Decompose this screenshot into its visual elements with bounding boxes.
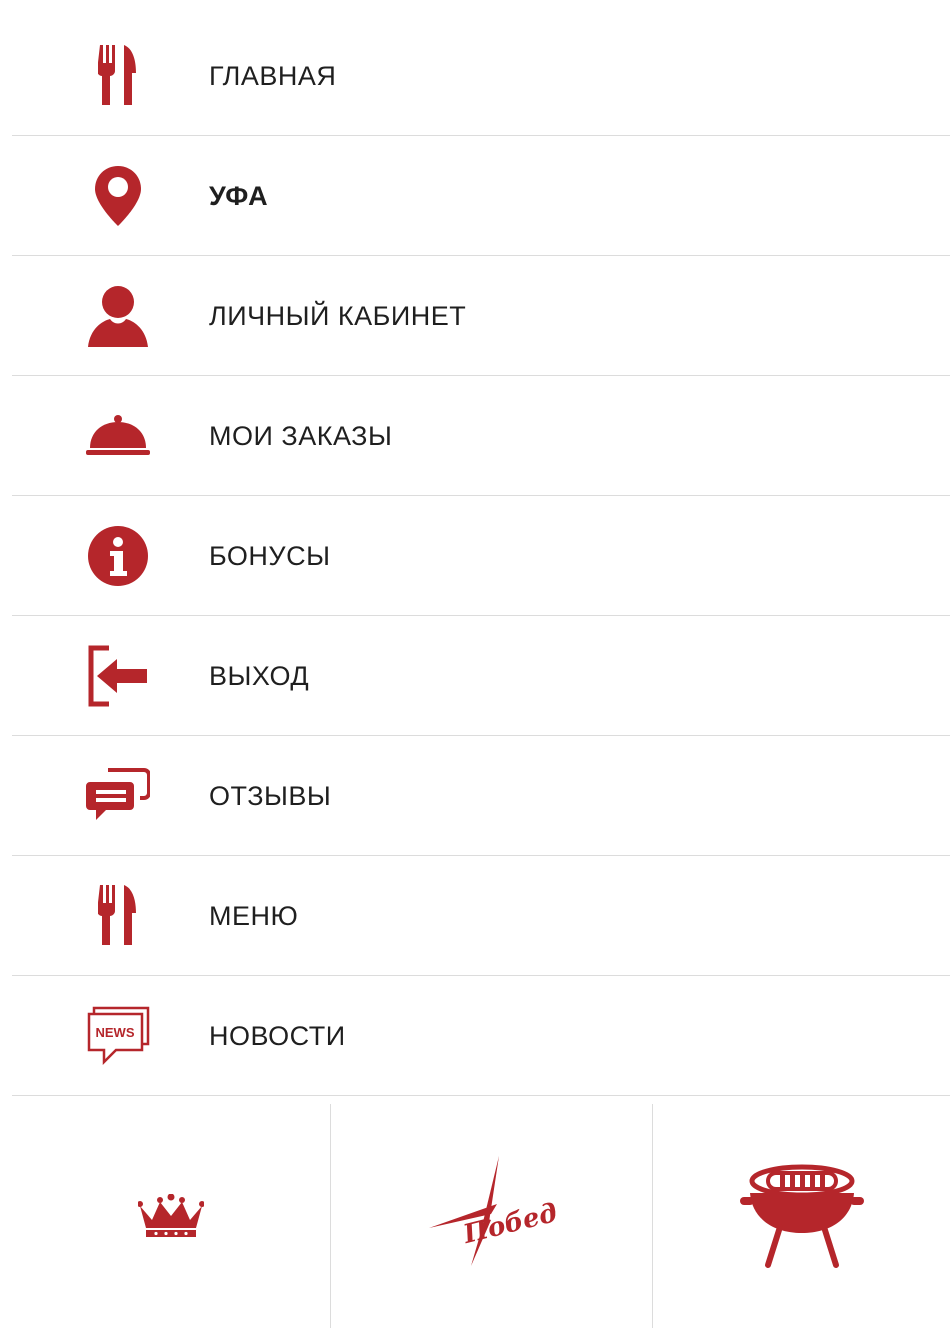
side-menu: ГЛАВНАЯ УФА ЛИЧНЫЙ КАБИНЕТ МОИ ЗАКАЗЫ БО…	[0, 16, 950, 1096]
brand-footer: Победа	[12, 1104, 950, 1328]
menu-item-reviews[interactable]: ОТЗЫВЫ	[12, 736, 950, 856]
fork-knife-icon	[86, 44, 150, 108]
chat-bubbles-icon	[86, 764, 150, 828]
menu-item-logout[interactable]: ВЫХОД	[12, 616, 950, 736]
menu-item-label: НОВОСТИ	[209, 1021, 346, 1051]
menu-item-main[interactable]: ГЛАВНАЯ	[12, 16, 950, 136]
menu-item-news[interactable]: NEWS НОВОСТИ	[12, 976, 950, 1096]
menu-item-label: ВЫХОД	[209, 661, 310, 691]
menu-item-label: БОНУСЫ	[209, 541, 331, 571]
grill-logo	[739, 1164, 864, 1268]
location-pin-icon	[86, 164, 150, 228]
pobeda-logo: Победа	[428, 1156, 557, 1266]
logout-icon	[86, 644, 150, 708]
menu-item-bonuses[interactable]: БОНУСЫ	[12, 496, 950, 616]
menu-item-city[interactable]: УФА	[12, 136, 950, 256]
brand-grill[interactable]	[653, 1104, 950, 1328]
crown-logo	[138, 1194, 204, 1237]
menu-item-orders[interactable]: МОИ ЗАКАЗЫ	[12, 376, 950, 496]
menu-item-label: ЛИЧНЫЙ КАБИНЕТ	[209, 301, 467, 331]
brand-crown[interactable]	[12, 1104, 331, 1328]
news-icon: NEWS	[86, 1004, 150, 1068]
menu-item-account[interactable]: ЛИЧНЫЙ КАБИНЕТ	[12, 256, 950, 376]
pobeda-logo-text: Победа	[459, 1194, 556, 1250]
menu-item-label: ОТЗЫВЫ	[209, 781, 332, 811]
brand-pobeda[interactable]: Победа	[331, 1104, 653, 1328]
menu-item-label: ГЛАВНАЯ	[209, 61, 337, 91]
menu-item-menu[interactable]: МЕНЮ	[12, 856, 950, 976]
info-icon	[86, 524, 150, 588]
user-icon	[86, 284, 150, 348]
menu-item-label: МЕНЮ	[209, 901, 299, 931]
news-icon-text: NEWS	[96, 1025, 135, 1040]
fork-knife-icon	[86, 884, 150, 948]
cloche-icon	[86, 404, 150, 468]
menu-item-label: УФА	[209, 181, 269, 211]
menu-item-label: МОИ ЗАКАЗЫ	[209, 421, 393, 451]
